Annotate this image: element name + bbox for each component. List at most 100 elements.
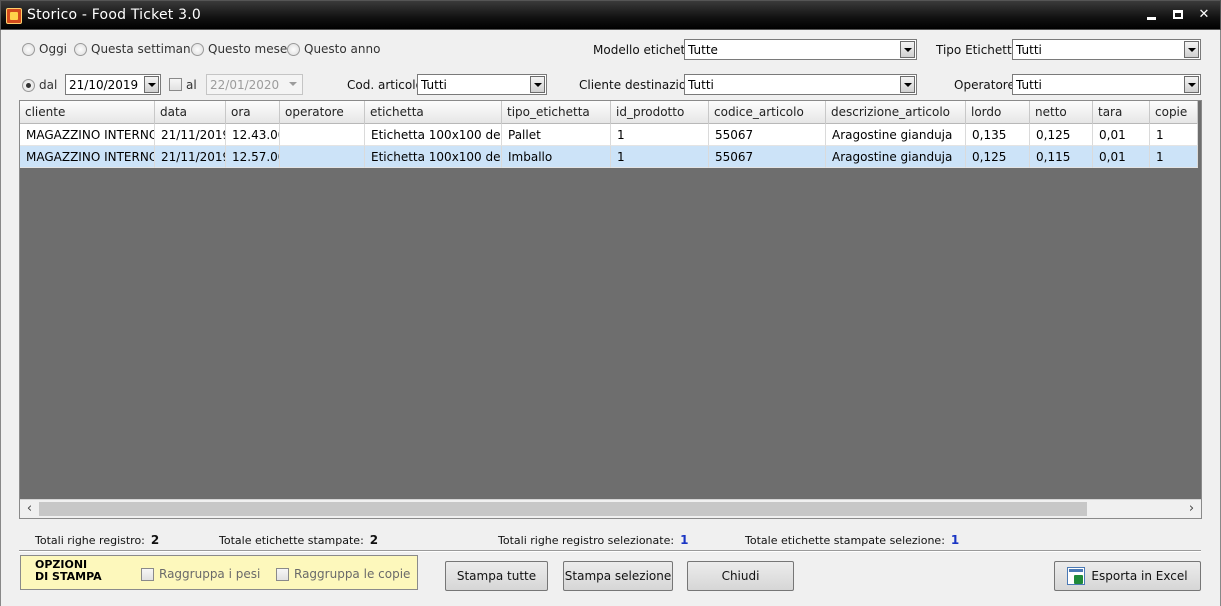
cell-tipo-etichetta[interactable]: Pallet bbox=[502, 124, 611, 146]
cell-copie[interactable]: 1 bbox=[1150, 146, 1198, 168]
scrollbar-thumb[interactable] bbox=[39, 502, 1087, 516]
table-row-selected[interactable]: MAGAZZINO INTERNO21/11/201912.57.00 Etich… bbox=[20, 146, 1198, 168]
column-header-ora[interactable]: ora bbox=[226, 101, 280, 124]
date-from-picker[interactable]: 21/10/2019 bbox=[65, 74, 161, 95]
cell-etichetta[interactable]: Etichetta 100x100 demo bbox=[365, 146, 502, 168]
cell-cliente[interactable]: MAGAZZINO INTERNO bbox=[20, 124, 155, 146]
cell-codice-articolo[interactable]: 55067 bbox=[709, 124, 826, 146]
cell-codice-articolo[interactable]: 55067 bbox=[709, 146, 826, 168]
totale-stampate-label: Totale etichette stampate: bbox=[219, 534, 364, 547]
column-header-operatore[interactable]: operatore bbox=[280, 101, 365, 124]
stampa-tutte-label: Stampa tutte bbox=[456, 569, 537, 583]
cell-descrizione-articolo[interactable]: Aragostine gianduja bbox=[826, 124, 966, 146]
stampa-selezione-label: Stampa selezione bbox=[564, 569, 672, 583]
column-header-etichetta[interactable]: etichetta bbox=[365, 101, 502, 124]
tipo-etichetta-value: Tutti bbox=[1016, 43, 1042, 57]
cell-etichetta[interactable]: Etichetta 100x100 demo bbox=[365, 124, 502, 146]
cell-ora[interactable]: 12.43.00 bbox=[226, 124, 280, 146]
modello-etichetta-select[interactable]: Tutte bbox=[684, 39, 917, 60]
cell-lordo[interactable]: 0,135 bbox=[966, 124, 1030, 146]
totale-stampate-sel-value: 1 bbox=[950, 533, 960, 547]
close-icon[interactable]: ✕ bbox=[1195, 7, 1213, 23]
chiudi-button[interactable]: Chiudi bbox=[687, 561, 794, 591]
column-header-cliente[interactable]: cliente bbox=[20, 101, 155, 124]
scroll-left-icon[interactable]: ‹ bbox=[20, 500, 39, 518]
radio-dal-label: dal bbox=[39, 78, 58, 92]
cell-data[interactable]: 21/11/2019 bbox=[155, 124, 226, 146]
date-to-label: al bbox=[186, 78, 197, 92]
cell-lordo[interactable]: 0,125 bbox=[966, 146, 1030, 168]
stampa-selezione-button[interactable]: Stampa selezione bbox=[563, 561, 673, 591]
minimize-icon[interactable] bbox=[1143, 7, 1161, 23]
divider bbox=[19, 550, 1201, 552]
records-grid[interactable]: cliente data ora operatore etichetta tipo_eti… bbox=[19, 100, 1202, 519]
cliente-destinazione-value: Tutti bbox=[688, 78, 714, 92]
cell-id-prodotto[interactable]: 1 bbox=[611, 124, 709, 146]
chevron-down-icon[interactable] bbox=[900, 76, 915, 93]
print-options-panel: OPZIONI DI STAMPA Raggruppa i pesi Raggr… bbox=[20, 555, 418, 590]
totali-righe-sel-label: Totali righe registro selezionate: bbox=[498, 534, 675, 547]
radio-mese-label: Questo mese bbox=[208, 42, 288, 56]
excel-icon bbox=[1067, 567, 1086, 585]
chevron-down-icon[interactable] bbox=[144, 76, 159, 93]
column-header-tipo-etichetta[interactable]: tipo_etichetta bbox=[502, 101, 611, 124]
esporta-excel-button[interactable]: Esporta in Excel bbox=[1054, 561, 1201, 591]
radio-questa-settimana[interactable]: Questa settimana bbox=[74, 41, 198, 57]
column-header-data[interactable]: data bbox=[155, 101, 226, 124]
raggruppa-copie-checkbox[interactable]: Raggruppa le copie bbox=[276, 567, 410, 581]
radio-oggi[interactable]: Oggi bbox=[22, 41, 67, 57]
raggruppa-pesi-checkbox[interactable]: Raggruppa i pesi bbox=[141, 567, 260, 581]
cell-id-prodotto[interactable]: 1 bbox=[611, 146, 709, 168]
radio-questo-mese[interactable]: Questo mese bbox=[191, 41, 287, 57]
cod-articolo-select[interactable]: Tutti bbox=[417, 74, 547, 95]
cell-netto[interactable]: 0,115 bbox=[1030, 146, 1093, 168]
column-header-copie[interactable]: copie bbox=[1150, 101, 1198, 124]
radio-settimana-label: Questa settimana bbox=[91, 42, 198, 56]
column-header-id-prodotto[interactable]: id_prodotto bbox=[611, 101, 709, 124]
chevron-down-icon bbox=[286, 76, 301, 93]
totali-righe-value: 2 bbox=[150, 533, 160, 547]
date-to-checkbox[interactable] bbox=[169, 78, 182, 91]
cell-data[interactable]: 21/11/2019 bbox=[155, 146, 226, 168]
radio-questo-anno[interactable]: Questo anno bbox=[287, 41, 380, 57]
cell-tara[interactable]: 0,01 bbox=[1093, 124, 1150, 146]
radio-oggi-label: Oggi bbox=[39, 42, 68, 56]
cliente-destinazione-label: Cliente destinazione bbox=[579, 78, 702, 92]
cell-ora[interactable]: 12.57.00 bbox=[226, 146, 280, 168]
checkbox-icon bbox=[276, 567, 289, 581]
cell-copie[interactable]: 1 bbox=[1150, 124, 1198, 146]
tipo-etichetta-select[interactable]: Tutti bbox=[1012, 39, 1201, 60]
chiudi-label: Chiudi bbox=[721, 569, 760, 583]
radio-icon bbox=[191, 42, 204, 56]
cell-cliente[interactable]: MAGAZZINO INTERNO bbox=[20, 146, 155, 168]
column-header-tara[interactable]: tara bbox=[1093, 101, 1150, 124]
operatore-select[interactable]: Tutti bbox=[1012, 74, 1201, 95]
title-bar: Storico - Food Ticket 3.0 ✕ bbox=[0, 0, 1221, 30]
date-to-picker[interactable]: 22/01/2020 bbox=[206, 74, 303, 95]
cell-operatore[interactable] bbox=[280, 146, 365, 168]
radio-anno-label: Questo anno bbox=[304, 42, 381, 56]
chevron-down-icon[interactable] bbox=[1184, 76, 1199, 93]
stampa-tutte-button[interactable]: Stampa tutte bbox=[445, 561, 548, 591]
maximize-icon[interactable] bbox=[1169, 7, 1187, 23]
chevron-down-icon[interactable] bbox=[1184, 41, 1199, 58]
cell-descrizione-articolo[interactable]: Aragostine gianduja bbox=[826, 146, 966, 168]
column-header-descrizione-articolo[interactable]: descrizione_articolo bbox=[826, 101, 966, 124]
cell-netto[interactable]: 0,125 bbox=[1030, 124, 1093, 146]
horizontal-scrollbar[interactable]: ‹ › bbox=[20, 499, 1201, 518]
cell-operatore[interactable] bbox=[280, 124, 365, 146]
table-row[interactable]: MAGAZZINO INTERNO21/11/201912.43.00 Etich… bbox=[20, 124, 1198, 146]
operatore-value: Tutti bbox=[1016, 78, 1042, 92]
scroll-right-icon[interactable]: › bbox=[1182, 500, 1201, 518]
chevron-down-icon[interactable] bbox=[530, 76, 545, 93]
chevron-down-icon[interactable] bbox=[900, 41, 915, 58]
print-options-title-line2: DI STAMPA bbox=[35, 570, 102, 583]
radio-dal[interactable]: dal bbox=[22, 77, 57, 93]
cliente-destinazione-select[interactable]: Tutti bbox=[684, 74, 917, 95]
cell-tara[interactable]: 0,01 bbox=[1093, 146, 1150, 168]
column-header-lordo[interactable]: lordo bbox=[966, 101, 1030, 124]
cell-tipo-etichetta[interactable]: Imballo bbox=[502, 146, 611, 168]
column-header-codice-articolo[interactable]: codice_articolo bbox=[709, 101, 826, 124]
checkbox-icon bbox=[141, 567, 154, 581]
column-header-netto[interactable]: netto bbox=[1030, 101, 1093, 124]
